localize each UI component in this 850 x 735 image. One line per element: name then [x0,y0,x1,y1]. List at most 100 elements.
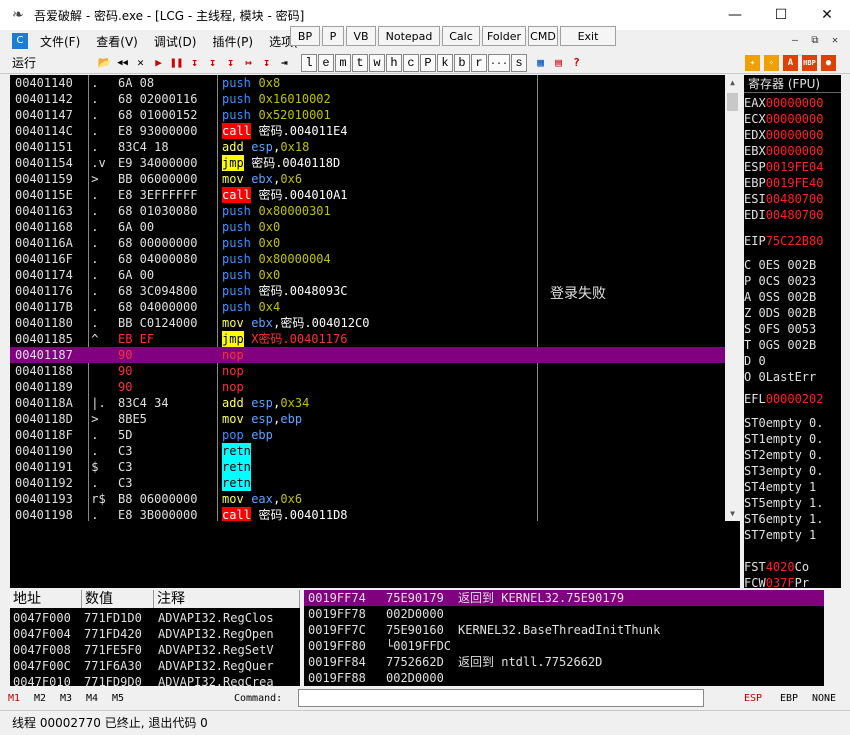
fpu-register[interactable]: ST6empty 1. [744,511,823,527]
register-ecx[interactable]: ECX00000000 [744,111,823,127]
references-window-button[interactable]: r [471,53,487,72]
disasm-row[interactable]: 00401142 . 68 02000116 push 0x16010002 [10,91,725,107]
menu-plugins[interactable]: 插件(P) [204,33,261,50]
fpu-register[interactable]: ST0empty 0. [744,415,823,431]
disasm-row[interactable]: 00401180 . BB C0124000 mov ebx, 密码.004012C0 [10,315,725,331]
plugin-icon-3[interactable]: A [782,54,799,72]
cpu-window-button[interactable]: c [403,53,419,72]
flag-row[interactable]: A 0SS 002B [744,289,816,305]
pause-icon[interactable]: ❚❚ [168,53,185,72]
minimize-button[interactable]: — [712,0,758,30]
fpu-register[interactable]: ST4empty 1 [744,479,816,495]
marker-m2[interactable]: M2 [26,693,52,704]
hbp-icon[interactable]: HBP [801,54,818,72]
handles-window-button[interactable]: h [386,53,402,72]
mdi-close-button[interactable]: ✕ [826,34,844,48]
fpu-register[interactable]: ST3empty 0. [744,463,823,479]
register-efl[interactable]: EFL00000202 [744,391,823,407]
flag-row[interactable]: D 0 [744,353,766,369]
goto-icon[interactable]: ⇥ [276,53,293,72]
ebp-label[interactable]: EBP [780,693,798,704]
disasm-row[interactable]: 00401191 $ C3 retn [10,459,725,475]
log-window-button[interactable]: l [301,53,317,72]
disasm-row[interactable]: 0040118F . 5D pop ebp [10,427,725,443]
register-ebp[interactable]: EBP0019FE40 [744,175,823,191]
plugin-icon-2[interactable]: ✧ [763,54,780,72]
scroll-thumb[interactable] [727,93,738,111]
trace-over-icon[interactable]: ↦ [240,53,257,72]
disasm-row[interactable]: 00401147 . 68 01000152 push 0x52010001 [10,107,725,123]
run-icon[interactable]: ▶ [150,53,167,72]
plugin-notepad-button[interactable]: Notepad [378,26,440,46]
marker-m4[interactable]: M4 [78,693,104,704]
scroll-down-icon[interactable]: ▼ [725,506,740,521]
scroll-up-icon[interactable]: ▲ [725,75,740,90]
registers-scrollbar[interactable] [841,75,850,588]
disasm-row[interactable]: 00401163 . 68 01030080 push 0x80000301 [10,203,725,219]
disasm-row[interactable]: 0040118D >8BE5 mov esp, ebp [10,411,725,427]
disasm-row[interactable]: 00401174 . 6A 00 push 0x0 [10,267,725,283]
dump-col-address[interactable]: 地址 [10,590,82,608]
dump-row[interactable]: 0047F00C 771F6A30 ADVAPI32.RegQuer [10,658,300,674]
disasm-row[interactable]: 0040115E . E8 3EFFFFFF call 密码.004010A1 [10,187,725,203]
stack-row[interactable]: 0019FF78 002D0000 [304,606,824,622]
register-eip[interactable]: EIP75C22B80 [744,233,823,249]
mdi-restore-button[interactable]: ⧉ [806,34,824,48]
flag-row[interactable]: Z 0DS 002B [744,305,816,321]
disasm-row[interactable]: 00401187 90 nop [10,347,725,363]
register-edi[interactable]: EDI00480700 [744,207,823,223]
disasm-row[interactable]: 00401192 . C3 retn [10,475,725,491]
disasm-row[interactable]: 00401190 . C3 retn [10,443,725,459]
trace-into-icon[interactable]: ↧ [222,53,239,72]
patches-window-button[interactable]: P [420,53,436,72]
dump-row[interactable]: 0047F004 771FD420 ADVAPI32.RegOpen [10,626,300,642]
mdi-minimize-button[interactable]: — [786,34,804,48]
close-debug-icon[interactable]: ✕ [132,53,149,72]
disasm-row[interactable]: 00401189 90 nop [10,379,725,395]
stack-row[interactable]: 0019FF74 75E90179 返回到 KERNEL32.75E90179 [304,590,824,606]
dump-col-value[interactable]: 数值 [82,590,154,608]
disasm-row[interactable]: 0040116A . 68 00000000 push 0x0 [10,235,725,251]
threads-window-button[interactable]: t [352,53,368,72]
fpu-register[interactable]: ST7empty 1 [744,527,816,543]
close-button[interactable]: ✕ [804,0,850,30]
step-over-icon[interactable]: ↧ [204,53,221,72]
marker-m3[interactable]: M3 [52,693,78,704]
register-fst[interactable]: FST4020Co [744,559,809,575]
flag-row[interactable]: S 0FS 0053 [744,321,816,337]
help-icon[interactable]: ? [568,53,585,72]
windows-window-button[interactable]: w [369,53,385,72]
fpu-register[interactable]: ST2empty 0. [744,447,823,463]
fpu-register[interactable]: ST1empty 0. [744,431,823,447]
plugin-icon-4[interactable]: ● [820,54,837,72]
dump-row[interactable]: 0047F000 771FD1D0 ADVAPI32.RegClos [10,610,300,626]
open-icon[interactable]: 📂 [96,53,113,72]
plugin-icon-1[interactable]: ✦ [744,54,761,72]
stack-row[interactable]: 0019FF80 └0019FFDC [304,638,824,654]
register-esi[interactable]: ESI00480700 [744,191,823,207]
stack-row[interactable]: 0019FF7C 75E90160 KERNEL32.BaseThreadInitT… [304,622,824,638]
disasm-row[interactable]: 00401168 . 6A 00 push 0x0 [10,219,725,235]
memory-window-button[interactable]: m [335,53,351,72]
disasm-row[interactable]: 00401154 .v E9 34000000 jmp 密码.0040118D [10,155,725,171]
register-fcw[interactable]: FCW037FPr [744,575,809,588]
marker-m1[interactable]: M1 [0,693,26,704]
stack-scrollbar[interactable] [824,590,840,686]
fpu-register[interactable]: ST5empty 1. [744,495,823,511]
execute-till-return-icon[interactable]: ↧ [258,53,275,72]
disasm-row[interactable]: 0040114C . E8 93000000 call 密码.004011E4 [10,123,725,139]
register-ebx[interactable]: EBX00000000 [744,143,823,159]
disasm-row[interactable]: 00401185 ^ EB EF jmp X密码.00401176 [10,331,725,347]
disasm-row[interactable]: 0040117B . 68 04000000 push 0x4 [10,299,725,315]
source-window-button[interactable]: s [511,53,527,72]
disasm-row[interactable]: 00401176 . 68 3C094800 push 密码.0048093C [10,283,725,299]
esp-label[interactable]: ESP [744,693,762,704]
command-input[interactable] [298,689,704,707]
disasm-row[interactable]: 00401159 > BB 06000000 mov ebx, 0x6 [10,171,725,187]
plugin-vb-button[interactable]: VB [346,26,376,46]
menu-debug[interactable]: 调试(D) [146,33,205,50]
flag-row[interactable]: T 0GS 002B [744,337,816,353]
dump-col-comment[interactable]: 注释 [154,590,300,608]
maximize-button[interactable]: ☐ [758,0,804,30]
plugin-p-button[interactable]: P [322,26,344,46]
